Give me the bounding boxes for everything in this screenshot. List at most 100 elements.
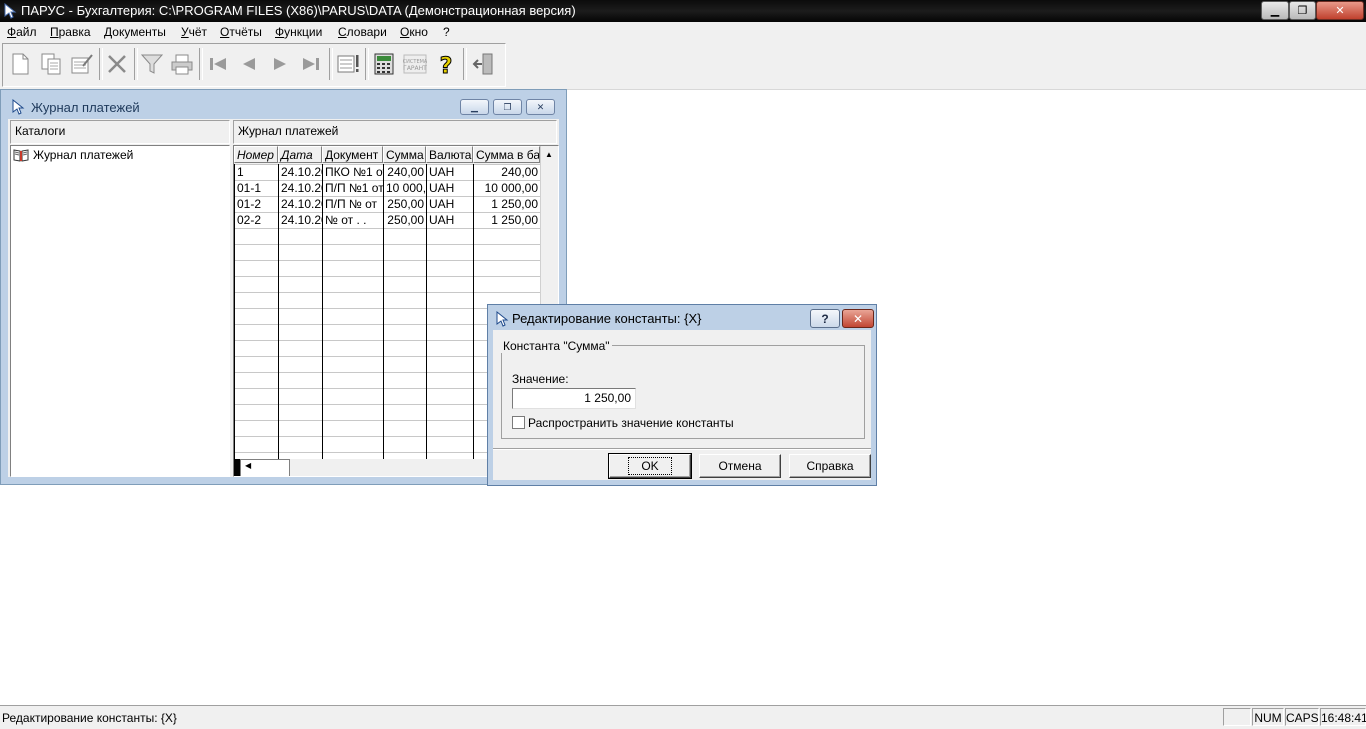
table-cell[interactable]: 01-2 [235, 197, 278, 212]
last-record-button[interactable] [296, 48, 325, 80]
table-cell[interactable]: UAH [427, 181, 473, 196]
menu-file[interactable]: Файл [7, 25, 37, 39]
menu-help[interactable]: ? [443, 25, 450, 39]
minimize-icon: ▁ [471, 101, 478, 112]
table-cell[interactable]: UAH [427, 213, 473, 228]
catalog-tree[interactable]: Журнал платежей [10, 145, 230, 477]
minimize-button[interactable]: ▁ [1261, 1, 1289, 20]
prev-record-button[interactable] [234, 48, 263, 80]
minimize-icon: ▁ [1270, 5, 1280, 17]
delete-icon [107, 55, 126, 73]
main-toolbar: СИСТЕМА ГАРАНТ ? [2, 43, 506, 87]
table-cell[interactable]: 24.10.20 [279, 165, 322, 180]
table-cell[interactable]: П/П № от [323, 197, 383, 212]
child-close-button[interactable]: ✕ [526, 99, 555, 115]
table-cell[interactable]: UAH [427, 165, 473, 180]
column-header-amount[interactable]: Сумма в [383, 146, 426, 163]
toolbar-area: СИСТЕМА ГАРАНТ ? [0, 41, 1366, 90]
table-cell[interactable]: 10 000,00 [384, 181, 426, 196]
exit-button[interactable] [468, 48, 497, 80]
dialog-help-button[interactable]: ? [810, 309, 840, 328]
menu-documents[interactable]: Документы [104, 25, 166, 39]
menu-dictionaries[interactable]: Словари [338, 25, 387, 39]
menu-edit[interactable]: Правка [50, 25, 91, 39]
table-cell[interactable]: 24.10.20 [279, 213, 322, 228]
table-cell[interactable]: 1 [235, 165, 278, 180]
help-button[interactable]: ? [431, 48, 460, 80]
first-record-icon [209, 58, 226, 70]
calculator-button[interactable] [369, 48, 398, 80]
table-cell[interactable]: 01-1 [235, 181, 278, 196]
tree-item-payments-journal[interactable]: Журнал платежей [13, 148, 133, 162]
table-cell[interactable]: № от . . [323, 213, 383, 228]
table-cell[interactable]: 1 250,00 [474, 213, 540, 228]
report-button[interactable] [333, 48, 362, 80]
constant-groupbox: Значение: 1 250,00 Распространить значен… [501, 345, 865, 439]
scroll-up-arrow-icon[interactable]: ▲ [541, 146, 557, 162]
grid-row-line [234, 228, 540, 229]
child-minimize-button[interactable]: ▁ [460, 99, 489, 115]
delete-button[interactable] [102, 48, 131, 80]
table-cell[interactable]: ПКО №1 от [323, 165, 383, 180]
copy-icon [41, 53, 60, 75]
garant-button[interactable]: СИСТЕМА ГАРАНТ [400, 48, 429, 80]
edit-constant-dialog[interactable]: Редактирование константы: {X} ? ✕ Значен… [487, 304, 877, 486]
table-cell[interactable]: 250,00 [384, 213, 426, 228]
spread-value-label[interactable]: Распространить значение константы [528, 416, 734, 430]
menu-window[interactable]: Окно [400, 25, 428, 39]
catalogs-header: Каталоги [10, 120, 230, 144]
table-cell[interactable]: 24.10.20 [279, 197, 322, 212]
menu-reports[interactable]: Отчёты [220, 25, 262, 39]
dialog-close-button[interactable]: ✕ [842, 309, 874, 328]
column-header-number[interactable]: Номер [234, 146, 278, 163]
table-cell[interactable]: 10 000,00 [474, 181, 540, 196]
next-record-icon [273, 58, 286, 70]
help-dialog-button[interactable]: Справка [789, 454, 871, 478]
caps-lock-indicator: CAPS [1285, 708, 1319, 726]
menu-accounting[interactable]: Учёт [181, 25, 207, 39]
tree-item-label: Журнал платежей [33, 148, 134, 162]
edit-icon [71, 54, 93, 74]
prev-record-icon [242, 58, 255, 70]
close-button[interactable]: ✕ [1316, 1, 1364, 20]
first-record-button[interactable] [203, 48, 232, 80]
print-button[interactable] [167, 48, 196, 80]
copy-button[interactable] [36, 48, 65, 80]
dialog-separator [493, 448, 871, 450]
parus-dialog-icon [496, 311, 509, 327]
column-header-date[interactable]: Дата [278, 146, 322, 163]
child-restore-button[interactable]: ❐ [493, 99, 522, 115]
table-cell[interactable]: 02-2 [235, 213, 278, 228]
column-header-document[interactable]: Документ [322, 146, 383, 163]
next-record-button[interactable] [265, 48, 294, 80]
table-cell[interactable]: 24.10.20 [279, 181, 322, 196]
close-icon: ✕ [852, 311, 864, 326]
scroll-left-arrow-icon[interactable]: ◀ [240, 459, 290, 476]
column-header-currency[interactable]: Валюта [426, 146, 473, 163]
constant-group-label: Константа "Сумма" [501, 339, 612, 353]
book-icon [13, 149, 29, 162]
table-cell[interactable]: UAH [427, 197, 473, 212]
calculator-icon [374, 53, 393, 75]
value-input[interactable]: 1 250,00 [512, 388, 636, 409]
filter-button[interactable] [137, 48, 166, 80]
parus-window-icon [12, 99, 25, 115]
cancel-button[interactable]: Отмена [699, 454, 781, 478]
garant-system-icon: СИСТЕМАГАРАНТ [403, 54, 427, 74]
column-header-base-amount[interactable]: Сумма в базе [473, 146, 540, 163]
app-title-bar[interactable]: ПАРУС - Бухгалтерия: C:\PROGRAM FILES (X… [0, 0, 1366, 22]
table-cell[interactable]: 1 250,00 [474, 197, 540, 212]
payments-journal-window[interactable]: Журнал платежей ▁ ❐ ✕ Каталоги Журнал пл… [0, 89, 567, 485]
table-cell[interactable]: 240,00 [474, 165, 540, 180]
ok-button[interactable]: OK [608, 453, 692, 479]
spread-value-checkbox[interactable] [512, 416, 525, 429]
table-cell[interactable]: 240,00 [384, 165, 426, 180]
edit-button[interactable] [67, 48, 96, 80]
menu-functions[interactable]: Функции [275, 25, 322, 39]
new-document-button[interactable] [5, 48, 34, 80]
dialog-title: Редактирование константы: {X} [512, 311, 702, 326]
grid-row-line [234, 292, 540, 293]
table-cell[interactable]: П/П №1 от [323, 181, 383, 196]
table-cell[interactable]: 250,00 [384, 197, 426, 212]
maximize-button[interactable]: ❐ [1289, 1, 1316, 20]
